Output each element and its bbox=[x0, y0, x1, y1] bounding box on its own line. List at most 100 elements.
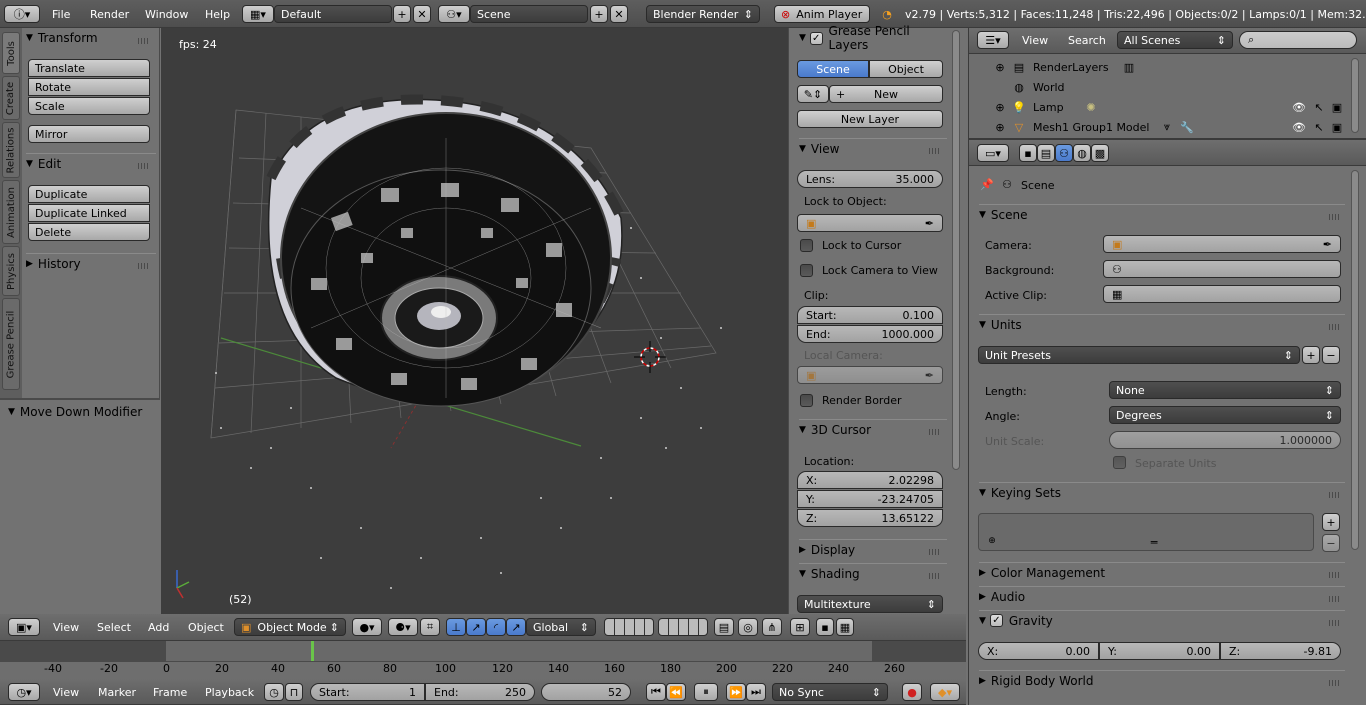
pause-button[interactable]: ⏸ bbox=[694, 683, 718, 701]
start-frame-field[interactable]: Start: 1 bbox=[310, 683, 425, 701]
scene-panel-header[interactable]: ▼ Scene bbox=[979, 204, 1345, 224]
editor-type-button[interactable]: ▣▾ bbox=[8, 618, 40, 636]
panel-grip[interactable] bbox=[1329, 324, 1341, 330]
menu-view[interactable]: View bbox=[53, 621, 79, 634]
tab-render-layers[interactable]: ▤ bbox=[1037, 144, 1055, 162]
keying-set-button[interactable]: ◆▾ bbox=[930, 683, 960, 701]
shading-panel-header[interactable]: ▼ Shading bbox=[799, 563, 947, 583]
display-panel-header[interactable]: ▶ Display bbox=[799, 539, 947, 559]
editor-type-button[interactable]: ☰▾ bbox=[977, 31, 1009, 49]
anim-player-button[interactable]: ⊗ Anim Player bbox=[774, 5, 870, 23]
outliner-row[interactable]: ◍ World bbox=[969, 77, 1349, 97]
lens-field[interactable]: Lens: 35.000 bbox=[797, 170, 943, 188]
tab-relations[interactable]: Relations bbox=[2, 122, 20, 178]
operator-panel-header[interactable]: ▼ Move Down Modifier bbox=[8, 402, 158, 422]
jump-start-button[interactable]: ⏮ bbox=[646, 683, 666, 701]
grease-pencil-datablock[interactable]: ✎⇕ bbox=[797, 85, 829, 103]
gravity-z-field[interactable]: Z: -9.81 bbox=[1220, 642, 1341, 660]
tab-animation[interactable]: Animation bbox=[2, 180, 20, 244]
gravity-y-field[interactable]: Y: 0.00 bbox=[1099, 642, 1220, 660]
jump-keyframe-back-button[interactable]: ⏪ bbox=[666, 683, 686, 701]
rotate-button[interactable]: Rotate bbox=[28, 78, 150, 96]
history-panel-header[interactable]: ▶ History bbox=[26, 253, 156, 273]
orientation-selector[interactable]: Global ⇕ bbox=[526, 618, 596, 636]
visibility-eye-icon[interactable]: 👁 bbox=[1291, 99, 1307, 115]
editor-type-button[interactable]: ◷▾ bbox=[8, 683, 40, 701]
editor-type-button[interactable]: ⓘ▾ bbox=[4, 5, 40, 23]
unit-presets-selector[interactable]: Unit Presets ⇕ bbox=[978, 346, 1300, 364]
viewport-shading-button[interactable]: ●▾ bbox=[352, 618, 382, 636]
3d-cursor-panel-header[interactable]: ▼ 3D Cursor bbox=[799, 419, 947, 439]
remove-scene-button[interactable]: ✕ bbox=[610, 5, 628, 23]
remove-layout-button[interactable]: ✕ bbox=[413, 5, 431, 23]
duplicate-linked-button[interactable]: Duplicate Linked bbox=[28, 204, 150, 222]
mode-selector[interactable]: ▣ Object Mode ⇕ bbox=[234, 618, 346, 636]
panel-grip[interactable] bbox=[1329, 596, 1341, 602]
lock-object-field[interactable]: ▣ ✒ bbox=[797, 214, 943, 232]
selectability-cursor-icon[interactable]: ↖ bbox=[1311, 99, 1327, 115]
menu-search[interactable]: Search bbox=[1068, 34, 1106, 47]
panel-grip[interactable] bbox=[929, 573, 941, 579]
edit-panel-header[interactable]: ▼ Edit bbox=[26, 153, 156, 173]
expand-icon[interactable]: ⊕ bbox=[995, 61, 1005, 74]
sync-mode-selector[interactable]: No Sync ⇕ bbox=[772, 683, 888, 701]
snap-element-button[interactable]: ⊞ bbox=[790, 618, 810, 636]
tab-world[interactable]: ◍ bbox=[1073, 144, 1091, 162]
snap-toggle[interactable]: ⋔ bbox=[762, 618, 782, 636]
end-frame-field[interactable]: End: 250 bbox=[425, 683, 535, 701]
renderability-camera-icon[interactable]: ▣ bbox=[1329, 99, 1345, 115]
tab-tools[interactable]: Tools bbox=[2, 32, 20, 74]
units-panel-header[interactable]: ▼ Units bbox=[979, 314, 1345, 334]
panel-grip[interactable] bbox=[1329, 214, 1341, 220]
layout-selector[interactable]: Default bbox=[274, 5, 392, 23]
list-resize-icon[interactable]: ⊕ bbox=[987, 536, 997, 546]
gravity-panel-header[interactable]: ▼ ✓ Gravity bbox=[979, 610, 1345, 630]
view-panel-header[interactable]: ▼ View bbox=[799, 138, 947, 158]
translate-button[interactable]: Translate bbox=[28, 59, 150, 77]
scene-icon-button[interactable]: ⚇▾ bbox=[438, 5, 470, 23]
panel-grip[interactable] bbox=[929, 549, 941, 555]
duplicate-button[interactable]: Duplicate bbox=[28, 185, 150, 203]
add-scene-button[interactable]: + bbox=[590, 5, 608, 23]
transform-panel-header[interactable]: ▼ Transform bbox=[26, 28, 156, 48]
angle-selector[interactable]: Degrees ⇕ bbox=[1109, 406, 1341, 424]
new-grease-pencil-button[interactable]: + New bbox=[829, 85, 943, 103]
menu-add[interactable]: Add bbox=[148, 621, 169, 634]
tab-physics[interactable]: Physics bbox=[2, 246, 20, 296]
manipulator-toggle[interactable]: ⌗ bbox=[420, 618, 440, 636]
cursor-z-field[interactable]: Z: 13.65122 bbox=[797, 509, 943, 527]
delete-button[interactable]: Delete bbox=[28, 223, 150, 241]
remove-keying-set-button[interactable]: − bbox=[1322, 534, 1340, 552]
translate-manipulator[interactable]: ⊥ bbox=[446, 618, 466, 636]
tab-create[interactable]: Create bbox=[2, 76, 20, 120]
current-frame-marker[interactable] bbox=[311, 641, 314, 661]
panel-grip[interactable] bbox=[1329, 620, 1341, 626]
panel-grip[interactable] bbox=[138, 38, 150, 44]
tab-texture[interactable]: ▩ bbox=[1091, 144, 1109, 162]
menu-help[interactable]: Help bbox=[205, 8, 230, 21]
object-source-toggle[interactable]: Object bbox=[869, 60, 943, 78]
render-border-checkbox[interactable] bbox=[800, 394, 813, 407]
background-field[interactable]: ⚇ bbox=[1103, 260, 1341, 278]
audio-panel-header[interactable]: ▶ Audio bbox=[979, 586, 1345, 606]
current-frame-field[interactable]: 52 bbox=[541, 683, 631, 701]
scene-selector[interactable]: Scene bbox=[470, 5, 588, 23]
lock-to-cursor-checkbox[interactable] bbox=[800, 239, 813, 252]
panel-grip[interactable] bbox=[1329, 492, 1341, 498]
cursor-y-field[interactable]: Y: -23.24705 bbox=[797, 490, 943, 508]
camera-field[interactable]: ▣ ✒ bbox=[1103, 235, 1341, 253]
grease-pencil-checkbox[interactable]: ✓ bbox=[809, 31, 823, 45]
lock-range-button[interactable]: ⊓ bbox=[285, 683, 303, 701]
rigid-body-world-panel-header[interactable]: ▶ Rigid Body World bbox=[979, 670, 1345, 690]
preview-range-button[interactable]: ◷ bbox=[264, 683, 284, 701]
transform-manipulator[interactable]: ↗ bbox=[506, 618, 526, 636]
pin-icon[interactable]: 📌 bbox=[979, 176, 995, 192]
length-selector[interactable]: None ⇕ bbox=[1109, 381, 1341, 399]
clip-end-field[interactable]: End: 1000.000 bbox=[797, 325, 943, 343]
add-preset-button[interactable]: + bbox=[1302, 346, 1320, 364]
visibility-eye-icon[interactable]: 👁 bbox=[1291, 119, 1307, 135]
shading-mode-selector[interactable]: Multitexture ⇕ bbox=[797, 595, 943, 613]
menu-select[interactable]: Select bbox=[97, 621, 131, 634]
panel-grip[interactable] bbox=[138, 163, 150, 169]
timeline[interactable]: -40 -20 0 20 40 60 80 100 120 140 160 18… bbox=[0, 641, 966, 679]
